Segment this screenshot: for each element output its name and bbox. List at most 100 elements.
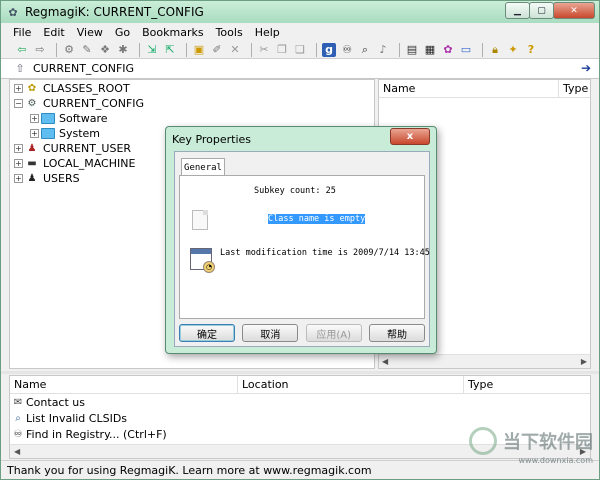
tree-item-current-user[interactable]: + ♟ CURRENT_USER bbox=[14, 141, 131, 156]
copy-icon[interactable]: ❐ bbox=[275, 43, 289, 57]
list-header: Name Type bbox=[379, 80, 590, 98]
toolbar-separator bbox=[399, 42, 400, 57]
microphone-icon[interactable]: ♪ bbox=[376, 43, 390, 57]
properties-icon[interactable]: ▤ bbox=[405, 43, 419, 57]
minimize-icon: ▁ bbox=[514, 5, 521, 16]
import-icon[interactable]: ⇱ bbox=[163, 43, 177, 57]
tree-item-label: CURRENT_USER bbox=[43, 142, 132, 155]
address-input[interactable]: CURRENT_CONFIG bbox=[33, 62, 134, 75]
task-find-in-registry[interactable]: ♾ Find in Registry... (Ctrl+F) bbox=[12, 426, 167, 442]
last-modified-text: Last modification time is 2009/7/14 13:4… bbox=[220, 248, 430, 258]
expand-toggle[interactable]: + bbox=[14, 174, 23, 183]
tree-item-label: Software bbox=[59, 112, 108, 125]
task-contact-us[interactable]: ✉ Contact us bbox=[12, 394, 85, 410]
dialog-close-button[interactable]: x bbox=[390, 128, 430, 145]
dialog-title: Key Properties bbox=[172, 133, 252, 146]
help-button[interactable]: 帮助 bbox=[368, 324, 425, 342]
menu-bookmarks[interactable]: Bookmarks bbox=[142, 26, 203, 39]
column-type[interactable]: Type bbox=[464, 376, 590, 393]
scroll-left-icon[interactable]: ◀ bbox=[382, 357, 388, 366]
console-icon[interactable]: ▭ bbox=[459, 43, 473, 57]
star-icon[interactable]: ✦ bbox=[506, 43, 520, 57]
minimize-button[interactable]: ▁ bbox=[505, 2, 530, 19]
tasks-header: Name Location Type bbox=[10, 376, 590, 394]
expand-toggle[interactable]: + bbox=[14, 144, 23, 153]
close-button[interactable]: ✕ bbox=[553, 2, 595, 19]
expand-toggle[interactable]: + bbox=[30, 114, 39, 123]
toolbar-separator bbox=[139, 42, 140, 57]
menu-file[interactable]: File bbox=[13, 26, 31, 39]
menu-go[interactable]: Go bbox=[115, 26, 130, 39]
tree-item-current-config[interactable]: − ⚙ CURRENT_CONFIG bbox=[14, 96, 144, 111]
tree-item-label: System bbox=[59, 127, 101, 140]
expand-toggle[interactable]: + bbox=[30, 129, 39, 138]
compare-icon[interactable]: ❖ bbox=[98, 43, 112, 57]
go-arrow-icon[interactable]: ➔ bbox=[581, 61, 591, 75]
class-name-value[interactable]: Class name is empty bbox=[268, 214, 366, 224]
cut-icon[interactable]: ✂ bbox=[257, 43, 271, 57]
save-icon[interactable]: ▦ bbox=[423, 43, 437, 57]
registry-icon[interactable]: ✎ bbox=[80, 43, 94, 57]
ok-button[interactable]: 确定 bbox=[179, 324, 235, 342]
task-label: Find in Registry... (Ctrl+F) bbox=[26, 427, 167, 441]
watermark-text: 当下软件园 bbox=[503, 432, 593, 453]
maximize-button[interactable]: ▢ bbox=[529, 2, 554, 19]
lock-icon[interactable]: 🔒︎ bbox=[488, 43, 502, 57]
tree-item-label: LOCAL_MACHINE bbox=[43, 157, 136, 170]
find-icon[interactable]: ⌕ bbox=[358, 43, 372, 57]
tree-item-software[interactable]: + Software bbox=[30, 111, 108, 126]
flower-icon[interactable]: ✿ bbox=[441, 43, 455, 57]
tree-icon[interactable]: ⚙ bbox=[62, 43, 76, 57]
menu-help[interactable]: Help bbox=[255, 26, 280, 39]
tree-item-label: USERS bbox=[43, 172, 80, 185]
list-horizontal-scrollbar[interactable]: ◀ ▶ bbox=[379, 354, 590, 368]
tree-item-system[interactable]: + System bbox=[30, 126, 100, 141]
toolbar-separator bbox=[56, 42, 57, 57]
binoculars-icon[interactable]: ♾ bbox=[340, 43, 354, 57]
column-type[interactable]: Type bbox=[559, 80, 590, 97]
key-properties-dialog: Key Properties x General Subkey count: 2… bbox=[165, 126, 437, 354]
title-bar: ✿ RegmagiK: CURRENT_CONFIG ▁ ▢ ✕ bbox=[1, 1, 599, 23]
task-label: List Invalid CLSIDs bbox=[26, 411, 128, 425]
back-icon[interactable]: ⇦ bbox=[15, 43, 29, 57]
menu-view[interactable]: View bbox=[77, 26, 103, 39]
folder-icon bbox=[41, 128, 55, 139]
tree-item-classes-root[interactable]: + ✿ CLASSES_ROOT bbox=[14, 81, 130, 96]
apply-button[interactable]: 应用(A) bbox=[305, 324, 362, 342]
up-arrow-icon[interactable]: ⇧ bbox=[11, 60, 29, 78]
calendar-clock-icon: ◔ bbox=[190, 248, 215, 273]
cancel-button[interactable]: 取消 bbox=[242, 324, 299, 342]
google-search-icon[interactable]: g bbox=[322, 42, 336, 57]
tree-item-local-machine[interactable]: + ▬ LOCAL_MACHINE bbox=[14, 156, 135, 171]
expand-toggle[interactable]: + bbox=[14, 84, 23, 93]
watermark: 当下软件园 bbox=[469, 427, 593, 455]
scroll-left-icon[interactable]: ◀ bbox=[14, 447, 20, 456]
delete-icon[interactable]: ✕ bbox=[228, 43, 242, 57]
settings-icon[interactable]: ✱ bbox=[116, 43, 130, 57]
new-folder-icon[interactable]: ▣ bbox=[192, 43, 206, 57]
subkey-count: Subkey count: 25 bbox=[254, 186, 336, 196]
menu-edit[interactable]: Edit bbox=[43, 26, 64, 39]
column-name[interactable]: Name bbox=[379, 80, 559, 97]
column-location[interactable]: Location bbox=[238, 376, 464, 393]
scroll-right-icon[interactable]: ▶ bbox=[581, 357, 587, 366]
collapse-toggle[interactable]: − bbox=[14, 99, 23, 108]
forward-icon[interactable]: ⇨ bbox=[33, 43, 47, 57]
tab-general[interactable]: General bbox=[181, 158, 225, 176]
user-icon: ♟ bbox=[27, 143, 37, 154]
task-list-invalid-clsids[interactable]: ⌕ List Invalid CLSIDs bbox=[12, 410, 127, 426]
tree-item-users[interactable]: + ♟ USERS bbox=[14, 171, 80, 186]
status-text: Thank you for using RegmagiK. Learn more… bbox=[7, 463, 372, 477]
expand-toggle[interactable]: + bbox=[14, 159, 23, 168]
export-icon[interactable]: ⇲ bbox=[145, 43, 159, 57]
column-name[interactable]: Name bbox=[10, 376, 238, 393]
users-icon: ♟ bbox=[27, 173, 37, 184]
edit-icon[interactable]: ✐ bbox=[210, 43, 224, 57]
envelope-icon: ✉ bbox=[13, 396, 23, 408]
paste-icon[interactable]: ❏ bbox=[293, 43, 307, 57]
folder-icon bbox=[41, 113, 55, 124]
toolbar-separator bbox=[482, 42, 483, 57]
help-icon[interactable]: ? bbox=[524, 43, 538, 57]
menu-tools[interactable]: Tools bbox=[216, 26, 243, 39]
pane-splitter[interactable] bbox=[1, 371, 599, 374]
